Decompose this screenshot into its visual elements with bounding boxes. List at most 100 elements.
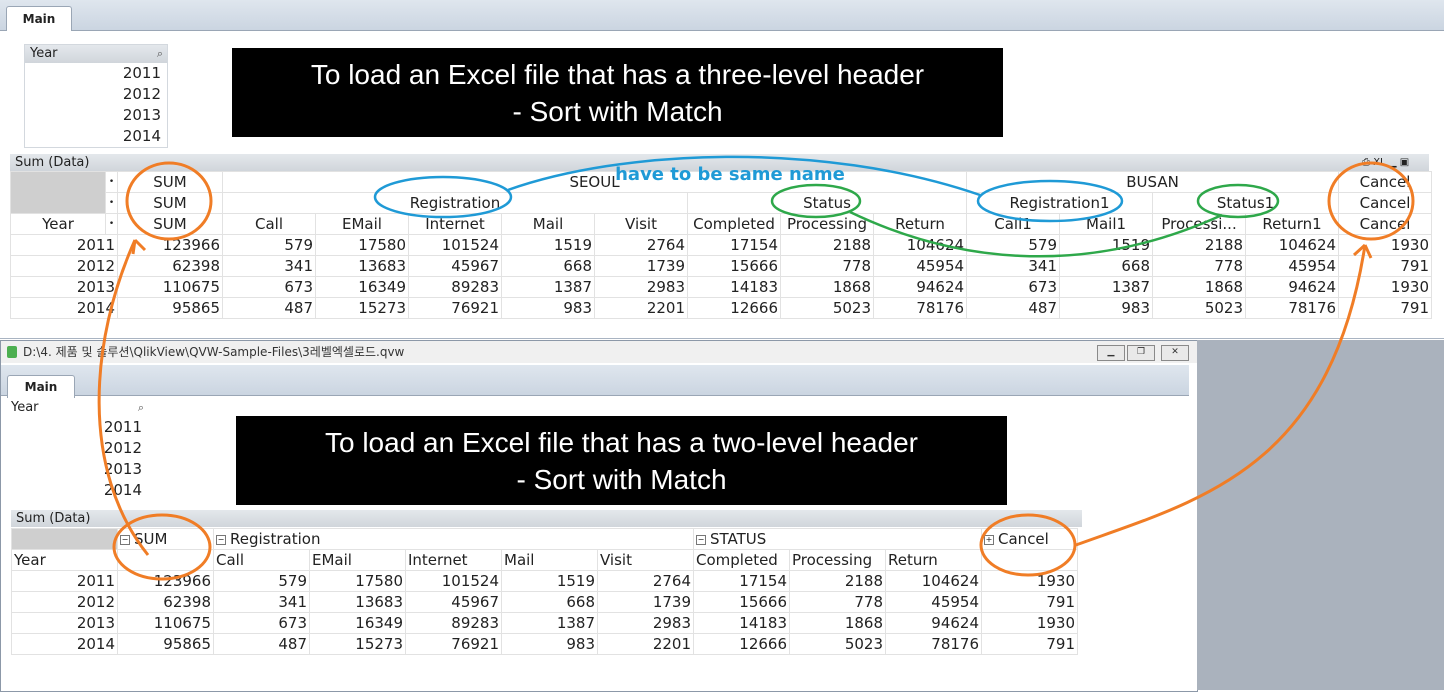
year-cell[interactable]: 2014 [11, 633, 118, 655]
window-title: D:\4. 제품 및 솔루션\QlikView\QVW-Sample-Files… [23, 345, 405, 359]
maximize-icon[interactable]: ▣ [1400, 157, 1409, 168]
year-cell[interactable]: 2014 [10, 297, 118, 319]
table-row: 2011 123966 579 17580 101524 1519 2764 17154 218… [10, 234, 1433, 256]
value-cell: 487 [213, 633, 310, 655]
status1-header[interactable]: Status1 [1152, 192, 1340, 214]
col-header[interactable]: Call [213, 549, 310, 571]
value-cell: 579 [222, 234, 316, 256]
bottom-document-window: D:\4. 제품 및 솔루션\QlikView\QVW-Sample-Files… [0, 340, 1198, 692]
col-header[interactable]: Return [885, 549, 983, 571]
sum-header[interactable]: SUM [117, 192, 223, 214]
chart-title: Sum (Data) [15, 155, 90, 170]
col-header[interactable]: EMail [309, 549, 406, 571]
close-window-button[interactable]: ✕ [1161, 345, 1189, 361]
chart-caption: Sum (Data) [11, 510, 1082, 527]
value-cell: 1739 [596, 591, 695, 613]
col-header[interactable]: Visit [594, 213, 688, 235]
col-header[interactable]: Processing [780, 213, 874, 235]
cancel-header[interactable]: Cancel [1338, 213, 1433, 235]
value-cell: 1868 [1152, 276, 1247, 298]
two-level-pivot-table: − SUM − Registration − STATUS + Cancel Year … [11, 528, 1079, 655]
value-cell: 45967 [408, 255, 502, 277]
status-header[interactable]: − STATUS [693, 528, 983, 550]
three-level-banner: To load an Excel file that has a three-l… [232, 48, 1003, 137]
col-header[interactable]: Call [222, 213, 316, 235]
col-header[interactable]: Visit [596, 549, 695, 571]
collapse-icon[interactable]: − [216, 534, 226, 545]
list-item[interactable]: 2014 [6, 480, 148, 501]
value-cell: 778 [780, 255, 874, 277]
search-icon[interactable]: ⌕ [138, 399, 144, 417]
value-cell: 101524 [405, 570, 502, 592]
value-cell: 673 [966, 276, 1061, 298]
value-cell: 668 [1059, 255, 1154, 277]
value-cell: 983 [501, 297, 595, 319]
col-header[interactable]: Processi... [1152, 213, 1247, 235]
year-cell[interactable]: 2012 [10, 255, 118, 277]
chart-title: Sum (Data) [16, 511, 91, 526]
value-cell: 94624 [885, 612, 983, 634]
seoul-header[interactable]: SEOUL [221, 171, 968, 193]
registration-header[interactable]: − Registration [212, 528, 695, 550]
list-item[interactable]: 2012 [6, 438, 148, 459]
cancel-header[interactable]: + Cancel [981, 528, 1079, 550]
registration1-header[interactable]: Registration1 [966, 192, 1154, 214]
sum-header[interactable]: SUM [117, 213, 223, 235]
value-cell: 2201 [594, 297, 688, 319]
list-item[interactable]: 2011 [25, 63, 167, 84]
col-header[interactable]: Completed [687, 213, 781, 235]
col-header[interactable]: Return1 [1245, 213, 1340, 235]
col-header[interactable]: Mail1 [1059, 213, 1154, 235]
value-cell: 123966 [117, 234, 223, 256]
col-header[interactable]: Processing [789, 549, 887, 571]
sum-header[interactable]: − SUM [117, 528, 214, 550]
list-item[interactable]: 2014 [25, 126, 167, 147]
value-cell: 579 [213, 570, 310, 592]
collapse-icon[interactable]: − [120, 534, 130, 545]
list-item[interactable]: 2013 [25, 105, 167, 126]
print-icon[interactable]: ⎙ [1362, 157, 1370, 168]
year-dim-header[interactable]: Year [11, 549, 118, 571]
value-cell: 45954 [1245, 255, 1340, 277]
year-dim-header[interactable]: Year [10, 213, 106, 235]
col-header[interactable]: Call1 [966, 213, 1061, 235]
col-header[interactable]: Internet [408, 213, 502, 235]
expand-icon[interactable]: + [984, 534, 995, 545]
year-cell[interactable]: 2013 [11, 612, 118, 634]
year-cell[interactable]: 2013 [10, 276, 118, 298]
value-cell: 110675 [117, 276, 223, 298]
year-cell[interactable]: 2011 [11, 570, 118, 592]
search-icon[interactable]: ⌕ [157, 45, 163, 63]
cancel-header[interactable]: Cancel [1338, 192, 1433, 214]
sum-header[interactable]: SUM [117, 171, 223, 193]
value-cell: 123966 [117, 570, 214, 592]
list-item[interactable]: 2011 [6, 417, 148, 438]
tab-main[interactable]: Main [7, 375, 75, 398]
col-header[interactable]: Completed [693, 549, 791, 571]
excel-export-icon[interactable]: XL [1373, 157, 1385, 168]
listbox-title: Year [11, 400, 39, 415]
col-header[interactable]: Return [872, 213, 968, 235]
value-cell: 983 [1059, 297, 1154, 319]
year-listbox[interactable]: Year ⌕ 2011 2012 2013 2014 [5, 398, 149, 506]
value-cell: 1387 [1059, 276, 1154, 298]
tab-main[interactable]: Main [6, 6, 72, 31]
collapse-icon[interactable]: − [696, 534, 707, 545]
restore-window-button[interactable]: ❐ [1127, 345, 1155, 361]
minimize-icon[interactable]: ▁ [1389, 157, 1397, 168]
busan-header[interactable]: BUSAN [966, 171, 1340, 193]
col-header[interactable]: Mail [501, 549, 598, 571]
col-header[interactable]: EMail [315, 213, 409, 235]
registration-header[interactable]: Registration [222, 192, 688, 214]
col-header[interactable]: Mail [501, 213, 595, 235]
list-item[interactable]: 2013 [6, 459, 148, 480]
col-header[interactable]: Internet [405, 549, 502, 571]
minimize-window-button[interactable]: ▁ [1097, 345, 1125, 361]
status-header[interactable]: Status [686, 192, 968, 214]
cancel-header[interactable]: Cancel [1338, 171, 1433, 193]
year-cell[interactable]: 2011 [10, 234, 118, 256]
year-listbox[interactable]: Year ⌕ 2011 2012 2013 2014 [24, 44, 168, 148]
table-row: 2014 95865 487 15273 76921 983 2201 12666 5023 78… [10, 297, 1433, 319]
list-item[interactable]: 2012 [25, 84, 167, 105]
year-cell[interactable]: 2012 [11, 591, 118, 613]
